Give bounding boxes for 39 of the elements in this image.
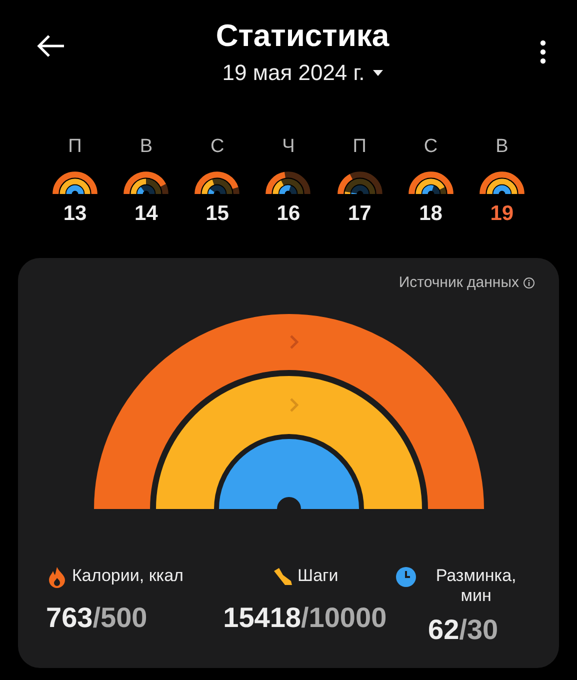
chevron-icon [290, 398, 298, 412]
activity-rings-icon[interactable] [264, 170, 312, 194]
metric-value: 763/500 [46, 602, 148, 634]
day-number[interactable]: 15 [206, 202, 229, 226]
weekday-label: Ч [282, 136, 295, 159]
activity-rings-icon[interactable] [336, 170, 384, 194]
activity-rings-icon[interactable] [122, 170, 170, 194]
metric-label: Калории, ккал [72, 566, 184, 586]
metric-value: 15418/10000 [223, 602, 387, 634]
metric-label: Шаги [298, 566, 338, 586]
weekday-label: С [210, 136, 224, 159]
activity-rings-icon[interactable] [478, 170, 526, 194]
page-title: Статистика [216, 18, 390, 54]
info-icon[interactable] [523, 276, 535, 288]
day-number[interactable]: 19 [490, 202, 514, 226]
clock-icon [395, 566, 418, 588]
flame-icon [46, 566, 68, 588]
menu-button[interactable] [538, 40, 547, 64]
weekday-label: В [496, 136, 508, 159]
day-number[interactable]: 16 [276, 202, 300, 226]
weekday-label: В [140, 136, 152, 159]
metric-value: 62/30 [428, 614, 498, 646]
caret-icon [372, 70, 383, 76]
shoe-icon [272, 566, 294, 588]
activity-rings-icon[interactable] [406, 170, 455, 194]
day-number[interactable]: 14 [134, 202, 158, 226]
activity-rings-icon[interactable] [193, 170, 242, 194]
day-number[interactable]: 17 [348, 202, 372, 226]
date-selector[interactable]: 19 мая 2024 г. [222, 60, 383, 86]
weekday-label: П [352, 136, 366, 159]
weekday-label: П [68, 136, 82, 159]
day-number[interactable]: 18 [419, 202, 442, 226]
back-button[interactable] [36, 34, 66, 58]
metric-label: Разминка, мин [434, 566, 518, 606]
weekday-label: С [424, 136, 438, 159]
day-number[interactable]: 13 [63, 202, 87, 226]
chevron-icon [290, 335, 298, 349]
activity-rings-icon[interactable] [51, 170, 99, 194]
data-source-link[interactable]: Источник данных [398, 274, 519, 291]
